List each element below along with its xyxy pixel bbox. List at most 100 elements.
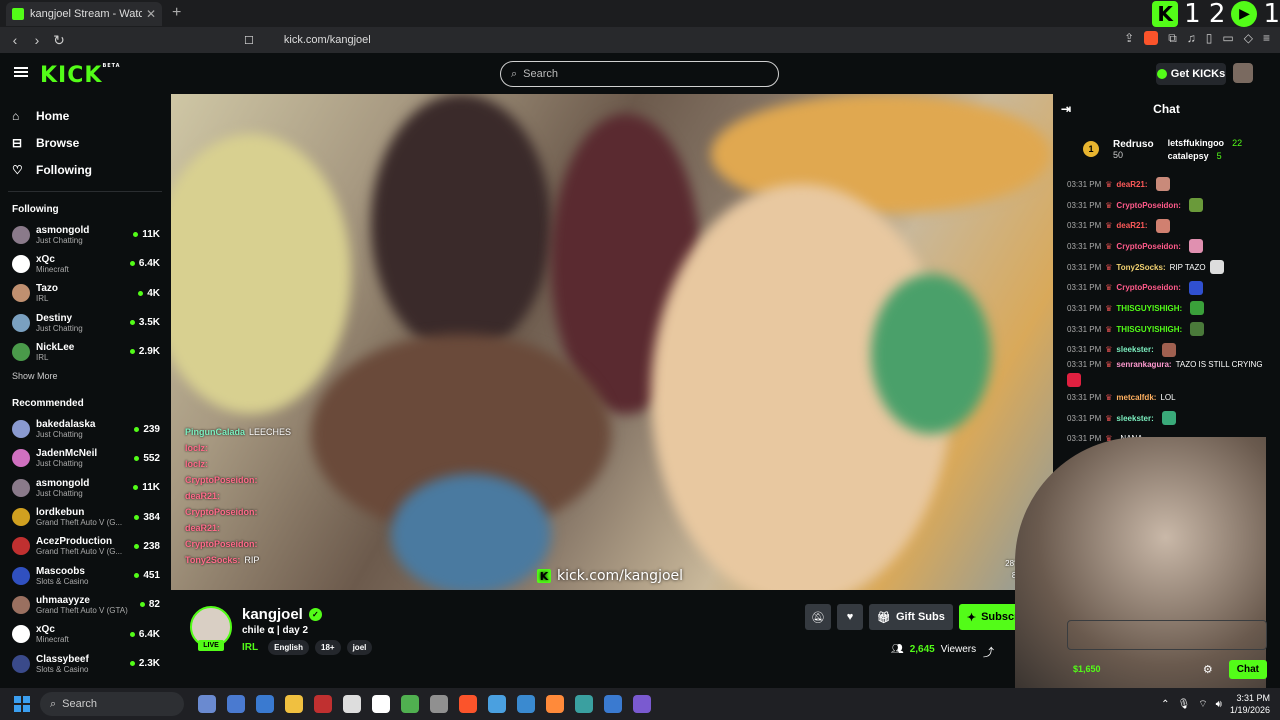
top-gifter[interactable]: Redruso 50 <box>1113 139 1154 160</box>
user-avatar[interactable] <box>1233 63 1253 83</box>
channel-item[interactable]: Tazo IRL 4K <box>0 279 170 308</box>
chat-message[interactable]: 03:31 PM ♛ deaR21: <box>1067 174 1274 195</box>
channel-item[interactable]: Mascoobs Slots & Casino 451 <box>0 561 170 590</box>
taskbar-app-icon[interactable] <box>401 695 419 713</box>
channel-item[interactable]: Classybeef Slots & Casino 2.3K <box>0 649 170 678</box>
reload-icon[interactable]: ↻ <box>48 32 70 49</box>
message-user[interactable]: CryptoPoseidon: <box>1116 242 1180 251</box>
chat-message[interactable]: 03:31 PM ♛ THISGUYISHIGH: <box>1067 319 1274 340</box>
taskbar-app-icon[interactable] <box>517 695 535 713</box>
taskbar-search[interactable]: ⌕ Search <box>40 692 184 716</box>
channel-item[interactable]: asmongold Just Chatting 11K <box>0 473 170 502</box>
show-more-link[interactable]: Show More <box>0 366 170 386</box>
browser-tab[interactable]: kangjoel Stream - Watch Live ✕ <box>6 2 162 26</box>
hamburger-menu-icon[interactable] <box>14 67 28 77</box>
taskbar-app-icon[interactable] <box>459 695 477 713</box>
taskbar-app-icon[interactable] <box>430 695 448 713</box>
address-bar[interactable]: ☐ kick.com/kangjoel <box>244 30 996 50</box>
channel-item[interactable]: JadenMcNeil Just Chatting 552 <box>0 444 170 473</box>
extensions-icon[interactable]: ⧉ <box>1168 31 1177 46</box>
notifications-off-icon[interactable]: 🔕︎ <box>805 604 831 630</box>
taskbar-app-icon[interactable] <box>372 695 390 713</box>
chat-message[interactable]: 03:31 PM ♛ deaR21: <box>1067 215 1274 236</box>
message-user[interactable]: sleekster: <box>1116 414 1153 423</box>
taskbar-app-icon[interactable] <box>314 695 332 713</box>
media-icon[interactable]: ♫ <box>1187 31 1196 46</box>
channel-item[interactable]: NickLee IRL 2.9K <box>0 337 170 366</box>
tag-chip[interactable]: 18+ <box>315 640 341 655</box>
message-user[interactable]: sleekster: <box>1116 345 1153 354</box>
tray-chevron-icon[interactable]: ⌃ <box>1161 699 1169 710</box>
taskbar-app-icon[interactable] <box>604 695 622 713</box>
leaderboard-row[interactable]: catalepsy 5 <box>1168 151 1243 161</box>
gear-icon[interactable]: ⚙ <box>1203 663 1213 676</box>
taskbar-app-icon[interactable] <box>198 695 216 713</box>
tag-chip[interactable]: joel <box>346 640 373 655</box>
chat-message[interactable]: 03:31 PM ♛ Tony2Socks: RIP TAZO <box>1067 257 1274 278</box>
message-user[interactable]: deaR21: <box>1116 180 1147 189</box>
message-user[interactable]: deaR21: <box>1116 221 1147 230</box>
brave-shield-icon[interactable] <box>1144 31 1159 45</box>
search-input[interactable]: ⌕ Search <box>500 61 779 87</box>
chat-message[interactable]: 03:31 PM ♛ sleekster: <box>1067 408 1274 429</box>
chat-message[interactable]: 03:31 PM ♛ sleekster: <box>1067 340 1274 361</box>
kick-logo[interactable]: KICKBETA <box>40 63 121 88</box>
channel-item[interactable]: asmongold Just Chatting 11K <box>0 220 170 249</box>
get-kicks-button[interactable]: Get KICKs <box>1156 63 1226 85</box>
channel-item[interactable]: lordkebun Grand Theft Auto V (G... 384 <box>0 502 170 531</box>
nav-following[interactable]: ♡ Following <box>0 156 170 183</box>
forward-icon[interactable]: › <box>26 32 48 48</box>
video-player[interactable]: PingunCalada LEECHES loclz: loclz: CryptoPos… <box>171 94 1053 590</box>
windows-start-icon[interactable] <box>14 696 30 712</box>
chat-input[interactable] <box>1067 620 1267 650</box>
category-link[interactable]: IRL <box>242 642 258 653</box>
taskbar-app-icon[interactable] <box>285 695 303 713</box>
channel-item[interactable]: xQc Minecraft 6.4K <box>0 620 170 649</box>
nav-home[interactable]: ⌂ Home <box>0 102 170 129</box>
chat-message[interactable]: 03:31 PM ♛ senrankagura: TAZO IS STILL CRYI… <box>1067 360 1274 388</box>
share-page-icon[interactable]: ⇪ <box>1124 31 1134 46</box>
taskbar-app-icon[interactable] <box>575 695 593 713</box>
sidebar-icon[interactable]: ▯ <box>1206 31 1213 46</box>
message-user[interactable]: CryptoPoseidon: <box>1116 201 1180 210</box>
follow-heart-icon[interactable]: ♥ <box>837 604 863 630</box>
collapse-chat-icon[interactable]: ⇥ <box>1061 102 1071 116</box>
system-clock[interactable]: 3:31 PM 1/19/2026 <box>1230 692 1270 716</box>
chat-message[interactable]: 03:31 PM ♛ CryptoPoseidon: <box>1067 195 1274 216</box>
nav-browse[interactable]: ⊟ Browse <box>0 129 170 156</box>
message-user[interactable]: THISGUYISHIGH: <box>1116 325 1182 334</box>
wallet-icon[interactable]: ▭ <box>1222 31 1233 46</box>
channel-item[interactable]: xQc Minecraft 6.4K <box>0 249 170 278</box>
channel-item[interactable]: uhmaayyze Grand Theft Auto V (GTA) 82 <box>0 590 170 619</box>
taskbar-app-icon[interactable] <box>546 695 564 713</box>
channel-item[interactable]: bakedalaska Just Chatting 239 <box>0 414 170 443</box>
taskbar-app-icon[interactable] <box>633 695 651 713</box>
send-chat-button[interactable]: Chat <box>1228 659 1267 679</box>
wifi-icon[interactable]: ⌔ <box>1198 698 1207 711</box>
message-user[interactable]: metcalfdk: <box>1116 393 1156 402</box>
tag-chip[interactable]: English <box>268 640 309 655</box>
taskbar-app-icon[interactable] <box>256 695 274 713</box>
taskbar-app-icon[interactable] <box>227 695 245 713</box>
chat-message[interactable]: 03:31 PM ♛ THISGUYISHIGH: <box>1067 298 1274 319</box>
taskbar-app-icon[interactable] <box>488 695 506 713</box>
message-user[interactable]: CryptoPoseidon: <box>1116 283 1180 292</box>
chat-message[interactable]: 03:31 PM ♛ CryptoPoseidon: <box>1067 236 1274 257</box>
chat-message[interactable]: 03:31 PM ♛ CryptoPoseidon: <box>1067 277 1274 298</box>
channel-item[interactable]: AcezProduction Grand Theft Auto V (G... 23… <box>0 532 170 561</box>
tab-close-icon[interactable]: ✕ <box>146 7 156 21</box>
vpn-icon[interactable]: ◇ <box>1244 31 1253 46</box>
menu-icon[interactable]: ≡ <box>1263 31 1270 46</box>
taskbar-app-icon[interactable] <box>343 695 361 713</box>
microphone-icon[interactable]: 🎙︎ <box>1178 699 1191 710</box>
leaderboard-row[interactable]: letsffukingoo 22 <box>1168 138 1243 148</box>
gift-subs-button[interactable]: 🎁︎ Gift Subs <box>869 604 953 630</box>
share-icon[interactable]: ⤴ <box>983 644 994 660</box>
chat-message[interactable]: 03:31 PM ♛ metcalfdk: LOL <box>1067 387 1274 408</box>
back-icon[interactable]: ‹ <box>4 32 26 48</box>
streamer-name[interactable]: kangjoel ✓ <box>242 606 322 623</box>
new-tab-button[interactable]: + <box>172 4 181 22</box>
message-user[interactable]: THISGUYISHIGH: <box>1116 304 1182 313</box>
bookmark-icon[interactable]: ☐ <box>244 34 254 47</box>
channel-item[interactable]: Destiny Just Chatting 3.5K <box>0 308 170 337</box>
